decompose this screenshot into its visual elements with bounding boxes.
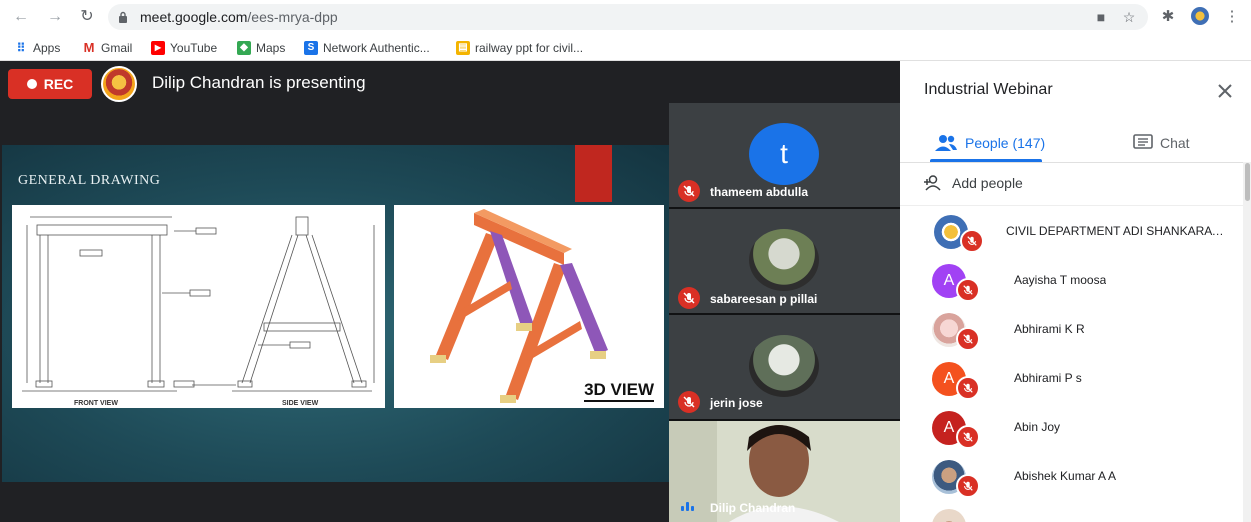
mic-off-icon	[956, 474, 980, 498]
mic-off-icon	[678, 391, 700, 413]
participant-avatar	[932, 509, 966, 522]
mic-off-icon	[956, 327, 980, 351]
slide-title: GENERAL DRAWING	[18, 173, 161, 188]
participant-name: jerin jose	[710, 396, 763, 410]
menu-kebab-icon[interactable]: ⋮	[1222, 7, 1242, 27]
scrollbar[interactable]	[1243, 162, 1251, 522]
bookmark-railway-ppt[interactable]: ▤ railway ppt for civil...	[456, 38, 583, 58]
frame-3d-model	[430, 209, 608, 403]
network-auth-icon: S	[304, 41, 318, 55]
general-drawing-panel: FRONT VIEW SIDE VIEW	[12, 205, 385, 408]
maps-icon: ◆	[237, 41, 251, 55]
presenting-banner: Dilip Chandran is presenting	[152, 73, 366, 92]
front-view-label: FRONT VIEW	[74, 400, 118, 407]
three-d-view-label: 3D VIEW	[584, 380, 654, 402]
participant-list-item[interactable]: A Abhirami P s	[900, 354, 1240, 402]
bookmark-youtube[interactable]: ▶ YouTube	[151, 38, 217, 58]
presenter-avatar	[101, 66, 137, 102]
add-people-button[interactable]: Add people	[924, 171, 1023, 195]
bookmarks-bar: ⠿ Apps M Gmail ▶ YouTube ◆ Maps S Networ…	[0, 34, 1251, 61]
side-view-label: SIDE VIEW	[282, 400, 319, 407]
bookmark-star-icon[interactable]: ☆	[1120, 8, 1138, 26]
people-panel: Industrial Webinar People (147) Chat Add…	[900, 61, 1251, 522]
address-bar[interactable]: meet.google.com/ees-mrya-dpp ■ ☆	[108, 4, 1148, 30]
technical-drawing: FRONT VIEW SIDE VIEW	[22, 216, 375, 407]
bookmark-network-auth[interactable]: S Network Authentic...	[304, 38, 430, 58]
mic-off-icon	[678, 287, 700, 309]
participant-name: thameem abdulla	[710, 185, 809, 199]
apps-grid-icon: ⠿	[16, 41, 26, 55]
extensions-icon[interactable]: ✱	[1158, 7, 1178, 27]
record-dot-icon	[26, 79, 37, 89]
mic-off-icon	[960, 229, 984, 253]
participant-name: CIVIL DEPARTMENT ADI SHANKARA I...	[1006, 224, 1226, 238]
back-icon[interactable]: ←	[10, 6, 32, 28]
close-icon[interactable]	[1213, 79, 1237, 103]
list-divider	[900, 205, 1251, 206]
lock-icon	[119, 11, 127, 23]
slide-accent-bar	[575, 145, 612, 202]
participant-video-tile[interactable]: Dilip Chandran	[669, 421, 900, 522]
tabs-divider	[900, 162, 1251, 163]
participant-name: sabareesan p pillai	[710, 292, 818, 306]
bookmark-maps[interactable]: ◆ Maps	[237, 38, 285, 58]
bookmark-apps[interactable]: ⠿ Apps	[14, 38, 61, 58]
drive-file-icon: ▤	[456, 41, 470, 55]
participant-avatar	[749, 229, 819, 291]
tab-chat[interactable]: Chat	[1133, 127, 1190, 159]
participant-name: Abhirami K R	[1014, 322, 1085, 336]
reload-icon[interactable]: ↻	[76, 6, 98, 28]
participant-tile[interactable]: t thameem abdulla	[669, 103, 900, 207]
participant-list-item[interactable]: CIVIL DEPARTMENT ADI SHANKARA I...	[900, 207, 1240, 255]
participant-list-item[interactable]: Abhirami K R	[900, 305, 1240, 353]
mic-off-icon	[956, 425, 980, 449]
bookmark-gmail[interactable]: M Gmail	[82, 38, 133, 58]
chat-icon	[1133, 134, 1153, 149]
youtube-icon: ▶	[151, 41, 165, 55]
browser-toolbar: ← → ↻ meet.google.com/ees-mrya-dpp ■ ☆ ✱…	[0, 0, 1251, 34]
participant-name: Aayisha T moosa	[1014, 273, 1107, 287]
forward-icon[interactable]: →	[44, 6, 66, 28]
participant-name: Dilip Chandran	[710, 501, 796, 515]
participant-list-item[interactable]: Abishek Kumar A A	[900, 452, 1240, 500]
participant-name: Abishek Kumar A A	[1014, 469, 1117, 483]
participant-list-item[interactable]	[900, 501, 1240, 522]
participant-avatar: t	[749, 123, 819, 185]
people-icon	[935, 135, 957, 151]
mic-off-icon	[956, 278, 980, 302]
speaking-indicator-icon	[681, 502, 694, 511]
presentation-slide: GENERAL DRAWING FRONT VIEW SIDE VIEW 3D …	[2, 145, 669, 482]
mic-off-icon	[956, 376, 980, 400]
recording-badge: REC	[8, 69, 92, 99]
add-person-icon	[924, 175, 941, 191]
meeting-stage: REC Dilip Chandran is presenting GENERAL…	[0, 61, 900, 522]
mic-off-icon	[678, 180, 700, 202]
participant-avatar	[749, 335, 819, 397]
participant-list-item[interactable]: A Aayisha T moosa	[900, 256, 1240, 304]
participant-tile[interactable]: jerin jose	[669, 315, 900, 419]
profile-avatar[interactable]	[1190, 7, 1210, 27]
participant-list-item[interactable]: A Abin Joy	[900, 403, 1240, 451]
participant-tiles: t thameem abdulla sabareesan p pillai je…	[669, 103, 900, 522]
scrollbar-thumb[interactable]	[1245, 163, 1250, 201]
meeting-title: Industrial Webinar	[924, 81, 1053, 98]
url-text: meet.google.com/ees-mrya-dpp	[140, 9, 338, 25]
three-d-view-panel: 3D VIEW	[394, 205, 664, 408]
camera-icon[interactable]: ■	[1092, 8, 1110, 26]
gmail-icon: M	[83, 40, 95, 55]
tab-people[interactable]: People (147)	[934, 127, 1045, 159]
participant-tile[interactable]: sabareesan p pillai	[669, 209, 900, 313]
participant-name: Abhirami P s	[1014, 371, 1082, 385]
participant-name: Abin Joy	[1014, 420, 1061, 434]
